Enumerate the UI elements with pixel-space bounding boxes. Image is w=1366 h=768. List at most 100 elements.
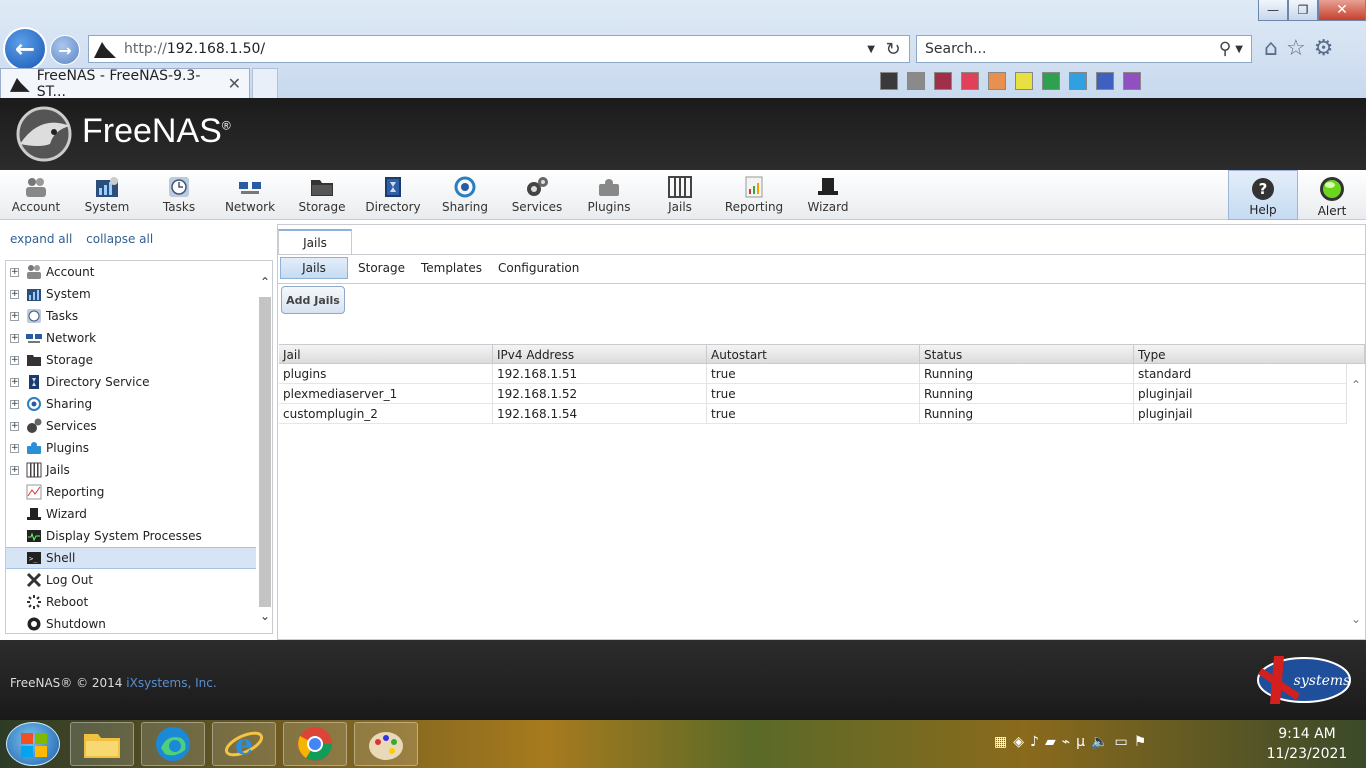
table-row[interactable]: customplugin_2 192.168.1.54 true Running… xyxy=(279,404,1347,424)
tree-item-reporting[interactable]: Reporting xyxy=(6,481,256,503)
expand-icon[interactable]: + xyxy=(10,311,19,321)
favorites-star-icon[interactable]: ☆ xyxy=(1286,36,1306,61)
search-input[interactable]: Search... xyxy=(925,41,986,57)
subtab-jails[interactable]: Jails xyxy=(280,257,348,279)
taskbar-explorer-button[interactable] xyxy=(70,722,134,766)
back-button[interactable]: ← xyxy=(3,27,47,71)
column-header-type[interactable]: Type xyxy=(1134,345,1365,364)
taskbar-ie-button[interactable]: e xyxy=(212,722,276,766)
address-dropdown-icon[interactable]: ▼ xyxy=(867,44,875,55)
start-button[interactable] xyxy=(6,722,60,766)
home-icon[interactable]: ⌂ xyxy=(1264,36,1278,61)
subtab-templates[interactable]: Templates xyxy=(415,257,488,279)
toolbar-directory-button[interactable]: Directory xyxy=(357,176,429,216)
column-header-status[interactable]: Status xyxy=(920,345,1134,364)
settings-gear-icon[interactable]: ⚙ xyxy=(1314,36,1334,61)
table-scrollbar[interactable]: ⌃ ⌄ xyxy=(1349,366,1363,626)
tree-item-sharing[interactable]: + Sharing xyxy=(6,393,256,415)
toolbar-tasks-button[interactable]: Tasks xyxy=(143,176,215,216)
table-row[interactable]: plugins 192.168.1.51 true Running standa… xyxy=(279,364,1347,384)
toolbar-wizard-button[interactable]: Wizard xyxy=(792,176,864,216)
toolbar-sharing-button[interactable]: Sharing xyxy=(429,176,501,216)
tree-item-shell[interactable]: >_ Shell xyxy=(6,547,256,569)
expand-icon[interactable]: + xyxy=(10,443,19,453)
expand-icon[interactable]: + xyxy=(10,267,19,277)
search-box[interactable]: Search... ⚲ ▼ xyxy=(916,35,1252,63)
tray-music-icon[interactable]: ♪ xyxy=(1030,734,1039,750)
browser-tab[interactable]: FreeNAS - FreeNAS-9.3-ST... ✕ xyxy=(0,68,250,100)
tree-item-jails[interactable]: + Jails xyxy=(6,459,256,481)
toolbar-storage-button[interactable]: Storage xyxy=(286,176,358,216)
tray-network-icon[interactable]: ◈ xyxy=(1013,734,1024,750)
toolbar-plugins-button[interactable]: Plugins xyxy=(573,176,645,216)
forward-button[interactable]: → xyxy=(50,35,80,65)
scrollbar-thumb[interactable] xyxy=(259,297,271,607)
close-window-button[interactable]: ✕ xyxy=(1318,0,1366,21)
tree-item-shutdown[interactable]: Shutdown xyxy=(6,613,256,633)
tree-item-services[interactable]: + Services xyxy=(6,415,256,437)
column-header-autostart[interactable]: Autostart xyxy=(707,345,920,364)
scroll-up-icon[interactable]: ⌃ xyxy=(1351,378,1361,392)
tree-item-log-out[interactable]: Log Out xyxy=(6,569,256,591)
tray-device-icon[interactable]: ▰ xyxy=(1045,734,1056,750)
expand-icon[interactable]: + xyxy=(10,399,19,409)
alert-button[interactable]: Alert xyxy=(1298,170,1366,220)
expand-icon[interactable]: + xyxy=(10,355,19,365)
ixsystems-link[interactable]: iXsystems, Inc. xyxy=(126,676,216,690)
expand-icon[interactable]: + xyxy=(10,289,19,299)
maximize-button[interactable]: ❐ xyxy=(1288,0,1318,21)
new-tab-button[interactable] xyxy=(252,68,278,98)
tree-scrollbar[interactable]: ⌃ ⌄ xyxy=(258,269,272,625)
tree-item-account[interactable]: + Account xyxy=(6,261,256,283)
url-text[interactable]: http://192.168.1.50/ xyxy=(124,41,265,57)
column-header-ipv4[interactable]: IPv4 Address xyxy=(493,345,707,364)
tray-usb-icon[interactable]: ⌁ xyxy=(1062,734,1070,750)
add-jails-button[interactable]: Add Jails xyxy=(281,286,345,314)
subtab-storage[interactable]: Storage xyxy=(352,257,411,279)
toolbar-system-button[interactable]: System xyxy=(71,176,143,216)
minimize-button[interactable]: — xyxy=(1258,0,1288,21)
expand-icon[interactable]: + xyxy=(10,333,19,343)
table-row[interactable]: plexmediaserver_1 192.168.1.52 true Runn… xyxy=(279,384,1347,404)
collapse-all-link[interactable]: collapse all xyxy=(86,232,153,246)
help-button[interactable]: ? Help xyxy=(1228,170,1298,220)
toolbar-account-button[interactable]: Account xyxy=(0,176,72,216)
tree-item-plugins[interactable]: + Plugins xyxy=(6,437,256,459)
taskbar-paint-button[interactable] xyxy=(354,722,418,766)
tree-item-wizard[interactable]: Wizard xyxy=(6,503,256,525)
address-bar[interactable]: http://192.168.1.50/ ▼ ↻ xyxy=(88,35,910,63)
search-icon[interactable]: ⚲ xyxy=(1219,39,1231,59)
tree-item-tasks[interactable]: + Tasks xyxy=(6,305,256,327)
expand-all-link[interactable]: expand all xyxy=(10,232,72,246)
tray-app-icon[interactable]: ▦ xyxy=(994,734,1007,750)
tree-item-network[interactable]: + Network xyxy=(6,327,256,349)
expand-icon[interactable]: + xyxy=(10,377,19,387)
scroll-down-icon[interactable]: ⌄ xyxy=(1351,612,1361,626)
scroll-up-icon[interactable]: ⌃ xyxy=(258,275,272,289)
tray-volume-icon[interactable]: 🔈 xyxy=(1091,734,1108,750)
tab-jails[interactable]: Jails xyxy=(278,229,352,255)
toolbar-jails-button[interactable]: Jails xyxy=(644,176,716,216)
scroll-down-icon[interactable]: ⌄ xyxy=(258,609,272,623)
taskbar-edge-button[interactable] xyxy=(141,722,205,766)
taskbar-chrome-button[interactable] xyxy=(283,722,347,766)
tray-utorrent-icon[interactable]: µ xyxy=(1076,734,1085,750)
taskbar-clock[interactable]: 9:14 AM 11/23/2021 xyxy=(1262,724,1352,764)
tree-item-display-system-processes[interactable]: Display System Processes xyxy=(6,525,256,547)
tree-item-system[interactable]: + System xyxy=(6,283,256,305)
expand-icon[interactable]: + xyxy=(10,465,19,475)
tree-item-directory-service[interactable]: + Directory Service xyxy=(6,371,256,393)
toolbar-reporting-button[interactable]: Reporting xyxy=(718,176,790,216)
tree-item-reboot[interactable]: Reboot xyxy=(6,591,256,613)
refresh-icon[interactable]: ↻ xyxy=(881,39,905,60)
search-dropdown-icon[interactable]: ▼ xyxy=(1235,44,1243,55)
tree-item-storage[interactable]: + Storage xyxy=(6,349,256,371)
subtab-configuration[interactable]: Configuration xyxy=(492,257,585,279)
toolbar-services-button[interactable]: Services xyxy=(501,176,573,216)
expand-icon[interactable]: + xyxy=(10,421,19,431)
toolbar-network-button[interactable]: Network xyxy=(214,176,286,216)
tab-close-icon[interactable]: ✕ xyxy=(228,74,241,93)
tray-action-center-icon[interactable]: ⚑ xyxy=(1134,734,1147,750)
tray-display-icon[interactable]: ▭ xyxy=(1115,734,1128,750)
column-header-jail[interactable]: Jail xyxy=(279,345,493,364)
